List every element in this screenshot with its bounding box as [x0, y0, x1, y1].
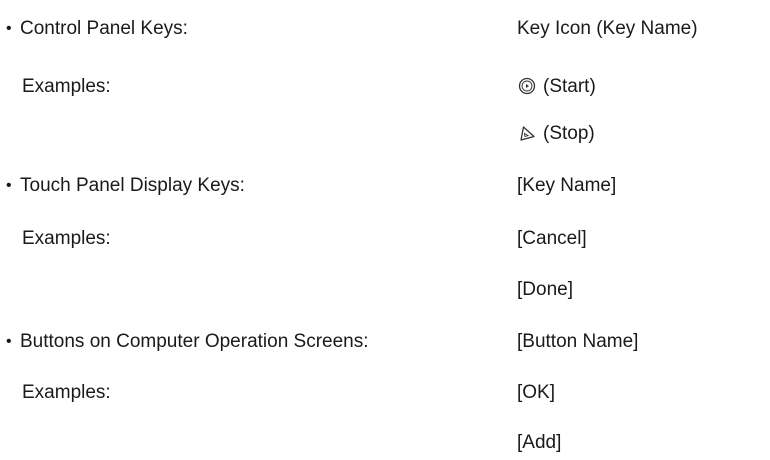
example-add: [Add]	[517, 432, 562, 453]
example-start-key: (Start)	[517, 72, 596, 102]
bullet: •	[6, 20, 12, 37]
examples-label: Examples:	[22, 76, 111, 97]
example-cancel: [Cancel]	[517, 228, 587, 249]
examples-label: Examples:	[22, 228, 111, 249]
computer-buttons-example-row-1: Examples: [OK]	[0, 378, 770, 408]
example-done: [Done]	[517, 279, 573, 300]
heading-text: Touch Panel Display Keys:	[20, 175, 245, 196]
example-text: (Stop)	[543, 123, 595, 144]
stop-key-icon	[520, 126, 535, 141]
touch-panel-keys-heading: • Touch Panel Display Keys:	[6, 171, 245, 201]
heading-text: Buttons on Computer Operation Screens:	[20, 331, 369, 352]
touch-panel-keys-row: • Touch Panel Display Keys: [Key Name]	[0, 171, 770, 201]
computer-buttons-example-row-2: [Add]	[0, 428, 770, 458]
start-key-icon	[518, 77, 536, 95]
touch-panel-keys-format: [Key Name]	[517, 175, 617, 196]
touch-panel-example-row-2: [Done]	[0, 275, 770, 305]
example-stop-key: (Stop)	[517, 119, 595, 149]
control-panel-keys-row: • Control Panel Keys: Key Icon (Key Name)	[0, 14, 770, 44]
bullet: •	[6, 177, 12, 194]
example-ok: [OK]	[517, 382, 556, 403]
example-text: (Start)	[543, 76, 596, 97]
touch-panel-example-row-1: Examples: [Cancel]	[0, 224, 770, 254]
control-panel-example-row-2: (Stop)	[0, 119, 770, 149]
computer-buttons-row: • Buttons on Computer Operation Screens: …	[0, 327, 770, 357]
computer-buttons-heading: • Buttons on Computer Operation Screens:	[6, 327, 369, 357]
computer-buttons-format: [Button Name]	[517, 331, 639, 352]
examples-label: Examples:	[22, 382, 111, 403]
control-panel-keys-heading: • Control Panel Keys:	[6, 14, 188, 44]
control-panel-example-row-1: Examples: (Start)	[0, 72, 770, 102]
heading-text: Control Panel Keys:	[20, 18, 188, 39]
control-panel-keys-format: Key Icon (Key Name)	[517, 18, 698, 39]
bullet: •	[6, 333, 12, 350]
